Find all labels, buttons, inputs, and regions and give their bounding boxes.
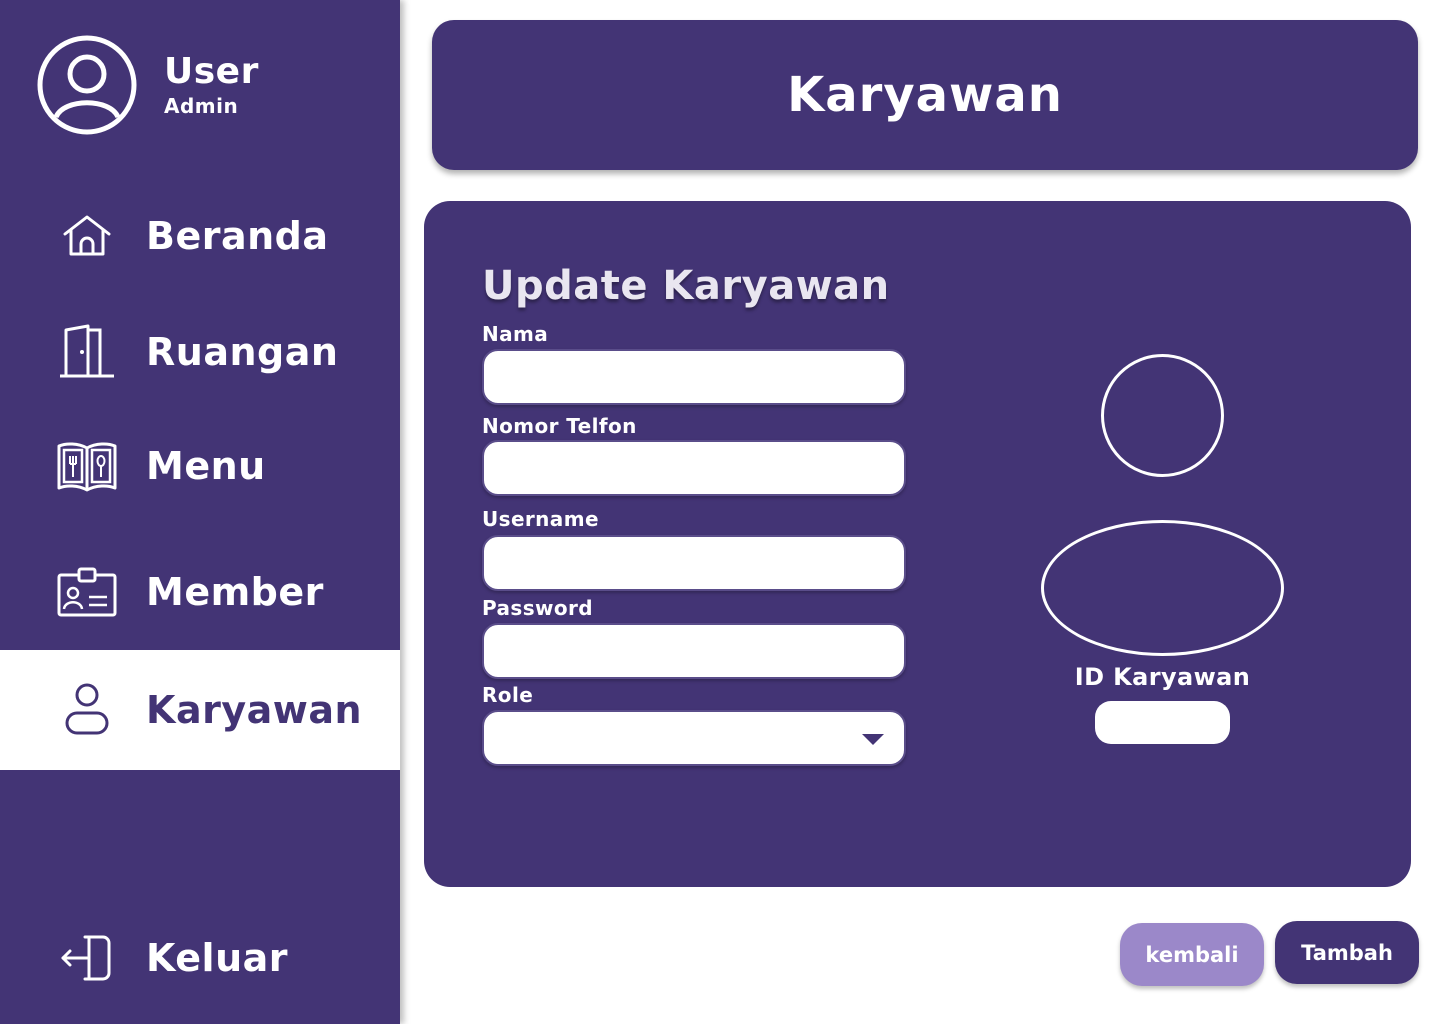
password-field[interactable] <box>482 623 906 679</box>
sidebar-item-label: Keluar <box>146 936 289 980</box>
id-karyawan-label: ID Karyawan <box>1074 663 1251 691</box>
avatar-body-placeholder[interactable] <box>1041 520 1284 656</box>
user-avatar-icon <box>36 34 138 136</box>
sidebar-item-keluar[interactable]: Keluar <box>0 898 400 1018</box>
username-label: Username <box>482 507 599 531</box>
sidebar-item-label: Ruangan <box>146 330 339 374</box>
page-header: Karyawan <box>432 20 1418 170</box>
id-karyawan-value <box>1095 701 1230 744</box>
username-field[interactable] <box>482 535 906 591</box>
form-title: Update Karyawan <box>482 263 890 309</box>
chevron-down-icon[interactable] <box>862 734 884 745</box>
avatar-head-placeholder[interactable] <box>1101 354 1224 477</box>
door-icon <box>56 321 118 383</box>
add-button[interactable]: Tambah <box>1275 921 1419 984</box>
sidebar-item-ruangan[interactable]: Ruangan <box>0 292 400 412</box>
telfon-field[interactable] <box>482 440 906 496</box>
nama-label: Nama <box>482 322 549 346</box>
employee-form-card: Update Karyawan Nama Nomor Telfon Userna… <box>424 201 1411 887</box>
user-role: Admin <box>164 94 239 118</box>
sidebar-item-label: Member <box>146 570 324 614</box>
sidebar-item-menu[interactable]: Menu <box>0 406 400 526</box>
sidebar-item-label: Menu <box>146 444 266 488</box>
user-name: User <box>164 51 259 92</box>
person-icon <box>56 679 118 741</box>
back-button[interactable]: kembali <box>1120 923 1264 986</box>
nama-field[interactable] <box>482 349 906 405</box>
sidebar-item-label: Beranda <box>146 214 329 258</box>
user-info: User Admin <box>164 51 259 119</box>
user-profile: User Admin <box>36 34 259 136</box>
role-label: Role <box>482 683 534 707</box>
menu-book-icon <box>56 435 118 497</box>
sidebar-item-karyawan[interactable]: Karyawan <box>0 650 400 770</box>
role-select[interactable] <box>482 710 906 766</box>
page-title: Karyawan <box>787 67 1063 123</box>
password-label: Password <box>482 596 594 620</box>
sidebar-item-label: Karyawan <box>146 688 363 732</box>
sidebar-item-member[interactable]: Member <box>0 532 400 652</box>
telfon-label: Nomor Telfon <box>482 414 637 438</box>
home-icon <box>56 205 118 267</box>
logout-icon <box>56 927 118 989</box>
sidebar: User Admin Beranda Ruangan Menu Member K… <box>0 0 400 1024</box>
sidebar-item-beranda[interactable]: Beranda <box>0 176 400 296</box>
id-card-icon <box>56 561 118 623</box>
